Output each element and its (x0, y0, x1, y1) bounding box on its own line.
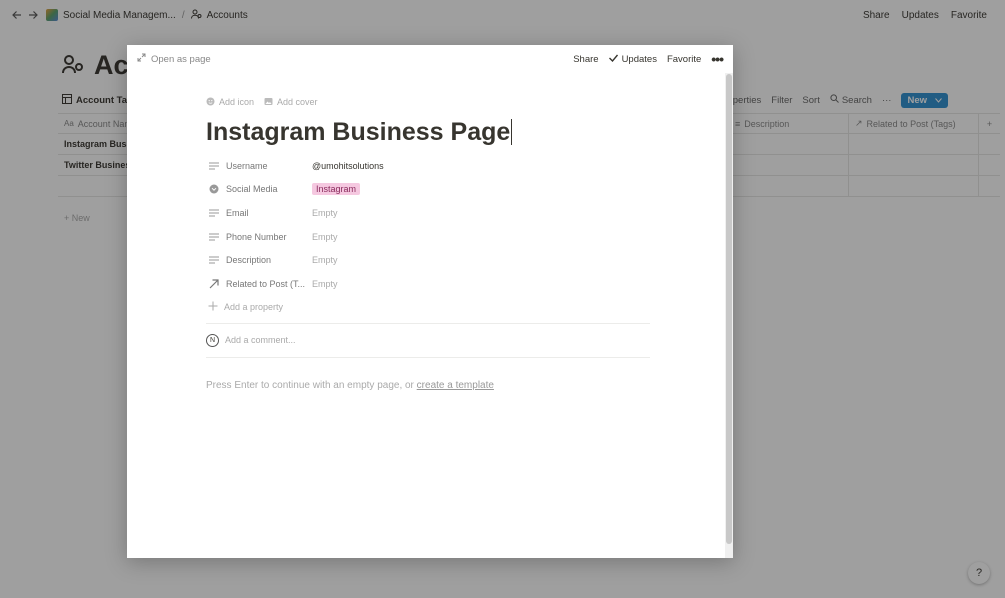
modal-share-button[interactable]: Share (573, 54, 598, 65)
text-icon (208, 233, 220, 241)
text-icon (208, 209, 220, 217)
property-label[interactable]: Email (206, 208, 312, 218)
property-list: Username @umohitsolutions Social Media I… (206, 154, 650, 319)
modal-updates-button[interactable]: Updates (608, 53, 657, 65)
property-label-text: Phone Number (226, 231, 287, 242)
property-label[interactable]: Description (206, 255, 312, 265)
avatar: N (206, 333, 219, 347)
modal-scrollbar[interactable] (725, 73, 733, 558)
add-property-label: Add a property (224, 302, 284, 313)
relation-icon (208, 279, 220, 289)
property-social-media[interactable]: Social Media Instagram (206, 178, 650, 202)
property-value[interactable]: Empty (312, 232, 338, 242)
open-as-page-button[interactable]: Open as page (137, 53, 211, 65)
comment-placeholder[interactable]: Add a comment... (225, 335, 296, 345)
property-value[interactable]: @umohitsolutions (312, 161, 384, 171)
checkmark-icon (608, 54, 618, 65)
property-related-to-post[interactable]: Related to Post (T... Empty (206, 272, 650, 296)
property-label[interactable]: Social Media (206, 184, 312, 194)
create-template-link[interactable]: create a template (417, 380, 494, 391)
property-value[interactable]: Empty (312, 255, 338, 265)
divider (206, 356, 650, 358)
comment-input[interactable]: N Add a comment... (206, 324, 650, 357)
property-label-text: Related to Post (T... (226, 278, 306, 289)
add-cover-button[interactable]: Add cover (264, 97, 318, 108)
property-label[interactable]: Phone Number (206, 232, 312, 242)
smiley-icon (206, 97, 215, 108)
modal-updates-label: Updates (621, 53, 657, 65)
page-title-text[interactable]: Instagram Business Page (206, 118, 510, 147)
add-cover-label: Add cover (277, 97, 318, 107)
property-phone-number[interactable]: Phone Number Empty (206, 225, 650, 249)
property-username[interactable]: Username @umohitsolutions (206, 154, 650, 178)
property-value[interactable]: Empty (312, 279, 338, 289)
property-label-text: Email (226, 207, 249, 218)
add-icon-button[interactable]: Add icon (206, 97, 254, 108)
empty-page-hint: Press Enter to continue with an empty pa… (206, 380, 650, 391)
page-content: Add icon Add cover Instagram Business Pa… (206, 95, 650, 391)
property-description[interactable]: Description Empty (206, 248, 650, 272)
page-title[interactable]: Instagram Business Page (206, 115, 650, 149)
property-label-text: Social Media (226, 184, 278, 195)
text-icon (208, 162, 220, 170)
open-as-page-label: Open as page (151, 53, 211, 65)
text-icon (208, 256, 220, 264)
property-label[interactable]: Username (206, 161, 312, 171)
page-meta-actions: Add icon Add cover (206, 95, 650, 109)
scrollbar-thumb[interactable] (726, 74, 732, 544)
property-email[interactable]: Email Empty (206, 201, 650, 225)
hint-text: Press Enter to continue with an empty pa… (206, 379, 417, 391)
image-icon (264, 97, 273, 108)
select-icon (208, 184, 220, 194)
expand-icon (137, 53, 146, 65)
tag-instagram[interactable]: Instagram (312, 183, 361, 196)
property-value[interactable]: Empty (312, 208, 338, 218)
property-value[interactable]: Instagram (312, 183, 361, 196)
page-modal: Open as page Share Updates Favorite ••• … (127, 45, 733, 558)
add-icon-label: Add icon (219, 97, 255, 107)
text-cursor (511, 119, 513, 145)
modal-favorite-button[interactable]: Favorite (667, 54, 701, 65)
property-label-text: Username (226, 160, 268, 171)
plus-icon (208, 301, 218, 313)
more-options-icon[interactable]: ••• (711, 51, 724, 67)
add-property-button[interactable]: Add a property (206, 296, 650, 319)
property-label-text: Description (226, 255, 272, 266)
property-label[interactable]: Related to Post (T... (206, 279, 312, 289)
modal-actions: Share Updates Favorite ••• (573, 51, 724, 67)
modal-header: Open as page Share Updates Favorite ••• (127, 45, 733, 73)
